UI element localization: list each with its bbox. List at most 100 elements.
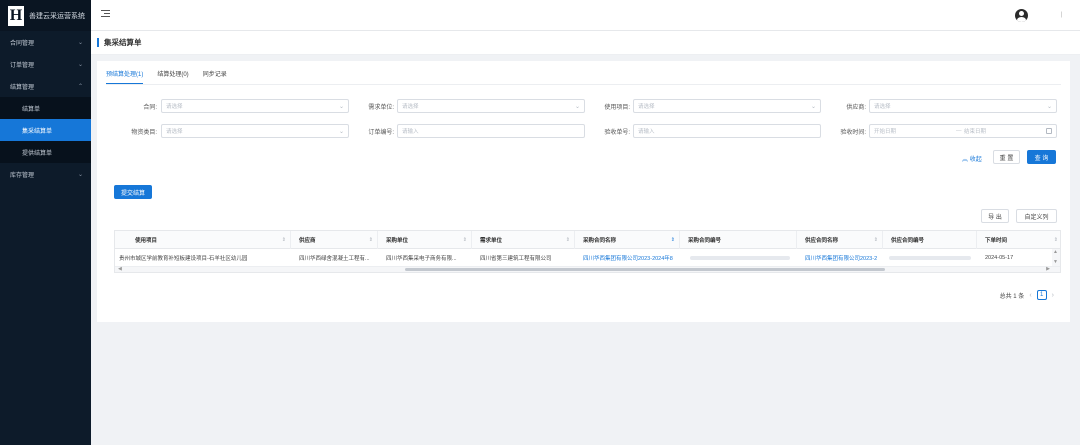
receipt-no-input[interactable]: 请输入 — [633, 124, 821, 138]
column-label: 供应合同编号 — [891, 238, 925, 244]
scroll-up-icon[interactable]: ▲ — [1053, 249, 1058, 255]
column-header-project[interactable]: 使用项目 ⇕ — [115, 231, 291, 249]
tab-bar: 预结算处理(1) 结算处理(0) 同步记录 — [106, 69, 227, 84]
reset-button[interactable]: 重 置 — [993, 150, 1020, 164]
top-header: | — [91, 0, 1080, 31]
collapse-link[interactable]: ︽ 收起 — [962, 154, 982, 163]
sidebar-item-settlement-bill[interactable]: 结算单 — [0, 97, 91, 119]
contract-label: 合同: — [143, 104, 157, 111]
next-page-icon[interactable]: › — [1052, 292, 1054, 299]
sidebar-item-central-settlement[interactable]: 集采结算单 — [0, 119, 91, 141]
order-no-input[interactable]: 请输入 — [397, 124, 585, 138]
submit-settlement-button[interactable]: 提交结算 — [114, 185, 152, 199]
receipt-time-filter: 验收时间: — [819, 124, 866, 138]
chevron-up-icon: ︽ — [962, 157, 969, 163]
sort-icon[interactable]: ⇕ — [463, 237, 467, 243]
sort-icon[interactable]: ⇕ — [566, 237, 570, 243]
sidebar-item-label: 库存管理 — [10, 172, 35, 179]
table-row[interactable]: 贵州市城区学前教育补短板建设项目-石羊社区幼儿园 四川华西绿舍混凝土工程有...… — [115, 249, 1060, 267]
sidebar-item-label: 合同管理 — [10, 40, 35, 47]
sidebar-item-label: 集采结算单 — [22, 128, 53, 135]
column-header-supplier[interactable]: 供应商 ⇕ — [291, 231, 378, 249]
project-placeholder: 请选择 — [638, 104, 655, 110]
menu-fold-icon[interactable] — [101, 10, 110, 19]
page-number[interactable]: 1 — [1036, 290, 1047, 300]
date-separator: — — [956, 128, 962, 134]
contract-select[interactable]: 请选择 ⌄ — [161, 99, 349, 113]
custom-columns-button[interactable]: 自定义列 — [1016, 209, 1057, 223]
chevron-down-icon: ⌄ — [77, 39, 83, 46]
page-title-bar: 集采结算单 — [91, 31, 1080, 55]
scroll-right-icon[interactable]: ▶ — [1046, 266, 1050, 272]
user-menu-caret[interactable]: | — [1060, 12, 1062, 18]
collapse-label: 收起 — [969, 157, 982, 163]
supplier-select[interactable]: 请选择 ⌄ — [869, 99, 1057, 113]
tab-sync-records[interactable]: 同步记录 — [203, 69, 227, 84]
sidebar-item-inventory[interactable]: 库存管理 ⌄ — [0, 163, 91, 185]
sort-icon[interactable]: ⇕ — [671, 237, 675, 243]
avatar[interactable] — [1015, 9, 1028, 22]
demand-unit-select[interactable]: 请选择 ⌄ — [397, 99, 585, 113]
export-button[interactable]: 导 出 — [981, 209, 1009, 223]
sidebar-item-label: 结算单 — [22, 106, 41, 113]
sidebar-item-order[interactable]: 订单管理 ⌄ — [0, 53, 91, 75]
cell-supply-contract-name[interactable]: 四川华西集团有限公司2023-2 — [797, 249, 883, 267]
tabs-divider — [106, 84, 1061, 85]
sidebar-item-contract[interactable]: 合同管理 ⌄ — [0, 31, 91, 53]
app-logo[interactable]: H 善建云采运营系统 — [0, 0, 91, 31]
chevron-down-icon: ⌄ — [574, 104, 580, 110]
column-header-purchase-contract-name[interactable]: 采购合同名称 ⇕ — [575, 231, 680, 249]
chevron-down-icon: ⌄ — [1046, 104, 1052, 110]
sort-icon[interactable]: ⇕ — [369, 237, 373, 243]
column-header-order-time[interactable]: 下单时间 ⇕ — [977, 231, 1060, 249]
tab-settlement[interactable]: 结算处理(0) — [157, 69, 188, 84]
cell-supply-contract-no — [883, 249, 977, 267]
cell-supplier: 四川华西绿舍混凝土工程有... — [299, 256, 370, 262]
column-label: 供应商 — [299, 238, 316, 244]
column-header-purchase-unit[interactable]: 采购单位 ⇕ — [378, 231, 472, 249]
demand-unit-filter: 需求单位: — [347, 99, 394, 113]
sidebar: H 善建云采运营系统 合同管理 ⌄ 订单管理 ⌄ 结算管理 ⌃ 结算单 集采结算… — [0, 0, 91, 445]
cell-demand-unit: 四川省第三建筑工程有限公司 — [480, 256, 552, 262]
receipt-time-range[interactable]: 开始日期 — 结束日期 — [869, 124, 1057, 138]
scroll-left-icon[interactable]: ◀ — [118, 266, 122, 272]
column-header-purchase-contract-no[interactable]: 采购合同编号 — [680, 231, 797, 249]
redacted-value — [690, 256, 790, 260]
chevron-down-icon: ⌄ — [338, 129, 344, 135]
sidebar-item-settlement[interactable]: 结算管理 ⌃ — [0, 75, 91, 97]
column-header-demand-unit[interactable]: 需求单位 ⇕ — [472, 231, 575, 249]
settlement-submenu: 结算单 集采结算单 提供结算单 — [0, 97, 91, 163]
scrollbar-thumb[interactable] — [405, 268, 885, 271]
sort-icon[interactable]: ⇕ — [282, 237, 286, 243]
demand-unit-placeholder: 请选择 — [402, 104, 419, 110]
contract-filter: 合同: — [97, 99, 157, 113]
supplier-placeholder: 请选择 — [874, 104, 891, 110]
end-date-placeholder: 结束日期 — [964, 129, 987, 135]
vertical-scrollbar[interactable]: ▲ ▼ — [1052, 249, 1060, 267]
column-label: 采购合同编号 — [688, 238, 722, 244]
column-header-supply-contract-no[interactable]: 供应合同编号 — [883, 231, 977, 249]
supplier-label: 供应商: — [846, 104, 866, 111]
receipt-no-placeholder: 请输入 — [638, 129, 655, 135]
app-title: 善建云采运营系统 — [29, 12, 85, 20]
material-category-select[interactable]: 请选择 ⌄ — [161, 124, 349, 138]
pagination: 总共 1 条 ‹ 1 › — [1000, 290, 1054, 300]
cell-purchase-unit: 四川华西集采电子商务有限... — [386, 256, 457, 262]
horizontal-scrollbar[interactable]: ◀ ▶ — [115, 266, 1060, 272]
settlement-table: 使用项目 ⇕ 供应商 ⇕ 采购单位 ⇕ 需求单位 ⇕ 采购合同名称 ⇕ 采购合同… — [114, 230, 1061, 273]
search-button[interactable]: 查 询 — [1027, 150, 1056, 164]
sort-icon[interactable]: ⇕ — [1054, 237, 1058, 243]
sidebar-item-label: 订单管理 — [10, 62, 35, 69]
column-label: 使用项目 — [135, 238, 158, 244]
project-select[interactable]: 请选择 ⌄ — [633, 99, 821, 113]
column-header-supply-contract-name[interactable]: 供应合同名称 ⇕ — [797, 231, 883, 249]
sort-icon[interactable]: ⇕ — [874, 237, 878, 243]
tab-pre-settlement[interactable]: 预结算处理(1) — [106, 69, 144, 84]
contract-placeholder: 请选择 — [166, 104, 183, 110]
sidebar-item-supply-settlement[interactable]: 提供结算单 — [0, 141, 91, 163]
scroll-down-icon[interactable]: ▼ — [1053, 259, 1058, 265]
cell-purchase-contract-name[interactable]: 四川华西集团有限公司2023-2024年8 — [575, 249, 680, 267]
material-category-placeholder: 请选择 — [166, 129, 183, 135]
prev-page-icon[interactable]: ‹ — [1029, 292, 1031, 299]
total-count: 总共 1 条 — [999, 293, 1025, 300]
